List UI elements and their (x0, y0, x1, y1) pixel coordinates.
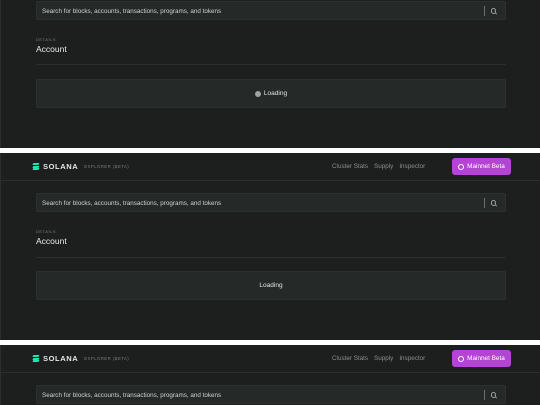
nav-links: Cluster Stats Supply Inspector (332, 163, 425, 170)
loading-spinner-icon (254, 90, 261, 97)
loading-card: Loading (36, 271, 506, 300)
cluster-status-icon (458, 355, 465, 362)
solana-logo-icon (32, 355, 40, 362)
page-title: Account (36, 236, 67, 246)
details-caption: DETAILS (36, 229, 57, 234)
cluster-select-button[interactable]: Mainnet Beta (452, 350, 511, 367)
brand-subtitle: EXPLORER (BETA) (84, 164, 130, 169)
brand-logo[interactable]: SOLANA EXPLORER (BETA) (32, 354, 130, 363)
search-icon[interactable] (490, 8, 496, 14)
cluster-select-button[interactable]: Mainnet Beta (452, 158, 511, 175)
nav-cluster-stats[interactable]: Cluster Stats (332, 355, 368, 362)
cluster-button-label: Mainnet Beta (467, 355, 505, 362)
brand-subtitle: EXPLORER (BETA) (84, 356, 130, 361)
search-icon[interactable] (490, 200, 496, 206)
search-divider (484, 198, 485, 208)
loading-card: Loading (36, 79, 506, 108)
nav-links: Cluster Stats Supply Inspector (332, 355, 425, 362)
search-placeholder: Search for blocks, accounts, transaction… (42, 7, 222, 15)
nav-supply[interactable]: Supply (374, 355, 393, 362)
nav-inspector[interactable]: Inspector (399, 163, 425, 170)
search-divider (484, 6, 485, 16)
cluster-status-icon (458, 163, 465, 170)
solana-logo-icon (32, 163, 40, 170)
search-input[interactable]: Search for blocks, accounts, transaction… (36, 1, 506, 20)
search-input[interactable]: Search for blocks, accounts, transaction… (36, 385, 506, 404)
nav-inspector[interactable]: Inspector (399, 355, 425, 362)
loading-label: Loading (259, 282, 283, 289)
explorer-frame-3: SOLANA EXPLORER (BETA) Cluster Stats Sup… (0, 345, 540, 405)
nav-supply[interactable]: Supply (374, 163, 393, 170)
search-placeholder: Search for blocks, accounts, transaction… (42, 391, 222, 399)
cluster-button-label: Mainnet Beta (467, 163, 505, 170)
explorer-frame-1: Search for blocks, accounts, transaction… (0, 0, 540, 148)
search-icon[interactable] (490, 392, 496, 398)
top-navbar: SOLANA EXPLORER (BETA) Cluster Stats Sup… (1, 345, 540, 373)
details-caption: DETAILS (36, 37, 57, 42)
header-divider (36, 257, 506, 258)
nav-cluster-stats[interactable]: Cluster Stats (332, 163, 368, 170)
brand-name: SOLANA (43, 354, 79, 363)
explorer-frame-2: SOLANA EXPLORER (BETA) Cluster Stats Sup… (0, 153, 540, 340)
search-divider (484, 390, 485, 400)
loading-label: Loading (263, 90, 288, 97)
brand-logo[interactable]: SOLANA EXPLORER (BETA) (32, 162, 130, 171)
search-placeholder: Search for blocks, accounts, transaction… (42, 199, 222, 207)
top-navbar: SOLANA EXPLORER (BETA) Cluster Stats Sup… (1, 153, 540, 181)
search-input[interactable]: Search for blocks, accounts, transaction… (36, 193, 506, 212)
brand-name: SOLANA (43, 162, 79, 171)
header-divider (36, 64, 506, 65)
page-title: Account (36, 44, 67, 54)
